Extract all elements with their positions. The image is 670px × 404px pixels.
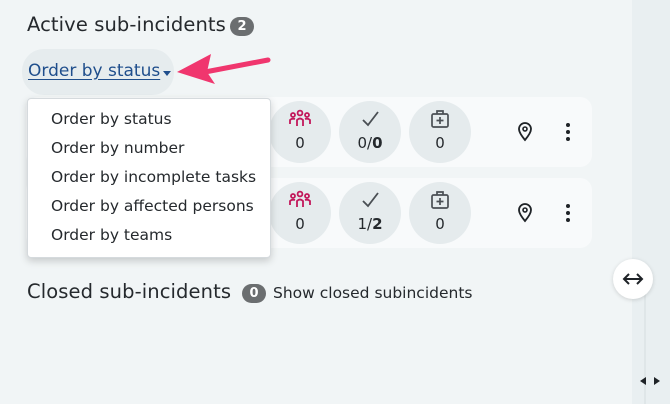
side-panel-edge [632, 0, 670, 404]
horizontal-resize-icon [622, 273, 644, 285]
affected-persons-stat: 0 [269, 182, 331, 244]
menu-item-order-teams[interactable]: Order by teams [51, 226, 172, 244]
resources-stat: 0 [409, 182, 471, 244]
tasks-stat: 1/2 [339, 182, 401, 244]
closed-count-badge: 0 [242, 284, 266, 303]
map-pin-icon[interactable] [516, 122, 534, 142]
menu-item-order-status[interactable]: Order by status [51, 110, 172, 128]
group-icon [289, 190, 311, 207]
tasks-count: 1/2 [357, 215, 383, 233]
affected-persons-stat: 0 [269, 101, 331, 163]
more-vertical-icon[interactable] [563, 203, 573, 223]
active-count-badge: 2 [230, 17, 254, 36]
affected-persons-count: 0 [295, 215, 305, 233]
resources-count: 0 [435, 134, 445, 152]
scroll-arrows-icon[interactable] [639, 376, 661, 386]
more-vertical-icon[interactable] [563, 122, 573, 142]
map-pin-icon[interactable] [516, 203, 534, 223]
group-icon [289, 109, 311, 126]
checkmark-icon [362, 192, 379, 208]
annotation-arrow-icon [177, 54, 271, 84]
affected-persons-count: 0 [295, 134, 305, 152]
order-by-dropdown[interactable]: Order by status [28, 61, 160, 81]
menu-item-order-affected-persons[interactable]: Order by affected persons [51, 197, 254, 215]
panel-resize-button[interactable] [613, 259, 653, 299]
resources-count: 0 [435, 215, 445, 233]
first-aid-kit-icon [431, 110, 449, 128]
order-by-menu: Order by status Order by number Order by… [27, 98, 271, 258]
closed-subincidents-title: Closed sub-incidents [27, 280, 232, 303]
tasks-count: 0/0 [357, 134, 383, 152]
resources-stat: 0 [409, 101, 471, 163]
show-closed-link[interactable]: Show closed subincidents [273, 284, 473, 302]
menu-item-order-incomplete-tasks[interactable]: Order by incomplete tasks [51, 168, 256, 186]
checkmark-icon [362, 111, 379, 127]
menu-item-order-number[interactable]: Order by number [51, 139, 184, 157]
tasks-stat: 0/0 [339, 101, 401, 163]
first-aid-kit-icon [431, 191, 449, 209]
active-subincidents-title: Active sub-incidents [27, 13, 226, 36]
caret-down-icon[interactable] [163, 71, 171, 76]
